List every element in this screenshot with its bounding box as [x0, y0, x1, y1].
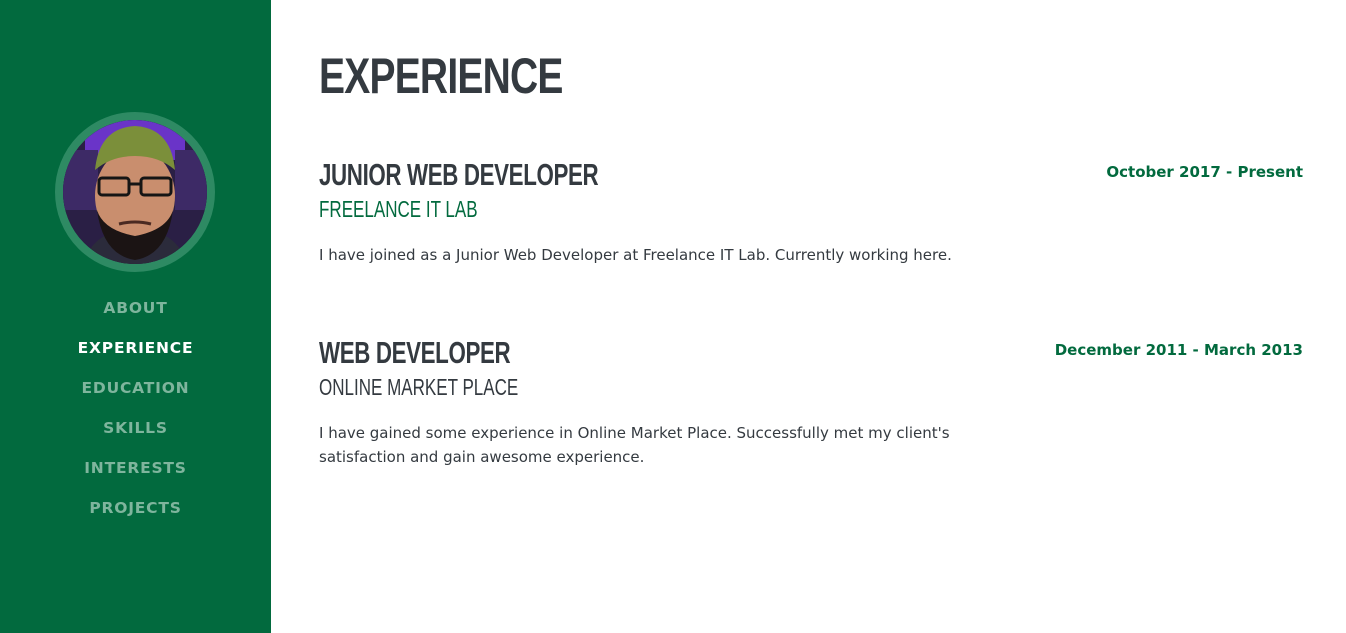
sidebar-nav: About Experience Education Skills Intere… — [0, 295, 271, 535]
nav-item-interests: Interests — [0, 455, 271, 495]
job-description: I have gained some experience in Online … — [319, 424, 950, 466]
nav-link-skills[interactable]: Skills — [103, 419, 168, 437]
job-date-range: December 2011 - March 2013 — [1054, 341, 1303, 359]
company-name: Online Market Place — [319, 374, 519, 400]
page-title: Experience — [319, 48, 563, 104]
nav-item-experience: Experience — [0, 335, 271, 375]
job-title: Junior Web Developer — [319, 157, 599, 192]
nav-item-skills: Skills — [0, 415, 271, 455]
sidebar: About Experience Education Skills Intere… — [0, 0, 271, 633]
avatar[interactable] — [55, 112, 215, 272]
nav-item-about: About — [0, 295, 271, 335]
nav-item-education: Education — [0, 375, 271, 415]
company-name: Freelance IT Lab — [319, 196, 478, 222]
job-title: Web Developer — [319, 335, 511, 370]
nav-link-projects[interactable]: Projects — [89, 499, 181, 517]
nav-link-education[interactable]: Education — [82, 379, 190, 397]
nav-item-projects: Projects — [0, 495, 271, 535]
avatar-photo — [63, 120, 207, 264]
nav-link-experience[interactable]: Experience — [78, 339, 194, 357]
nav-link-about[interactable]: About — [103, 299, 167, 317]
job-description: I have joined as a Junior Web Developer … — [319, 246, 952, 264]
nav-link-interests[interactable]: Interests — [84, 459, 187, 477]
job-date-range: October 2017 - Present — [1106, 163, 1303, 181]
